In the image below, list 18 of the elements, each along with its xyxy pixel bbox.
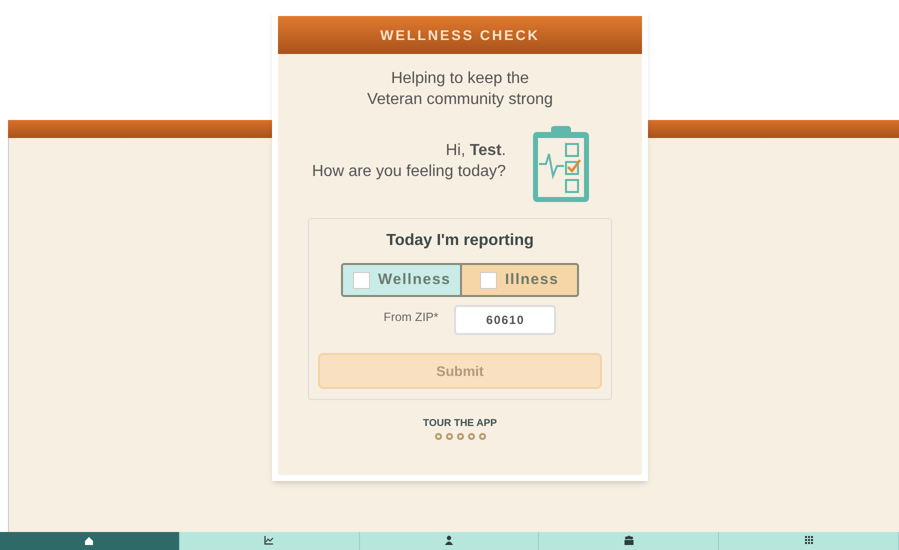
tour-link[interactable]: TOUR THE APP [423,416,497,431]
nav-icon [804,535,814,545]
report-option[interactable]: Wellness [343,265,460,295]
dialog-title: WELLNESS CHECK [278,16,642,54]
nav-icon [444,535,454,545]
zip-field[interactable]: 60610 [454,305,556,335]
tagline-text: Veteran community strong [367,90,553,110]
report-option[interactable]: Illness [460,265,577,295]
zip-label: From ZIP* [384,309,438,326]
nav-icon [84,535,94,545]
greeting-text: Hi, Test. [446,141,506,161]
report-heading: Today I'm reporting [386,231,534,251]
nav-tab[interactable] [539,532,720,550]
nav-icon [264,535,274,545]
nav-tab[interactable] [0,532,180,550]
nav-icon [624,535,634,545]
question-text: How are you feeling today? [312,162,506,182]
tagline-text: Helping to keep the [390,69,530,89]
